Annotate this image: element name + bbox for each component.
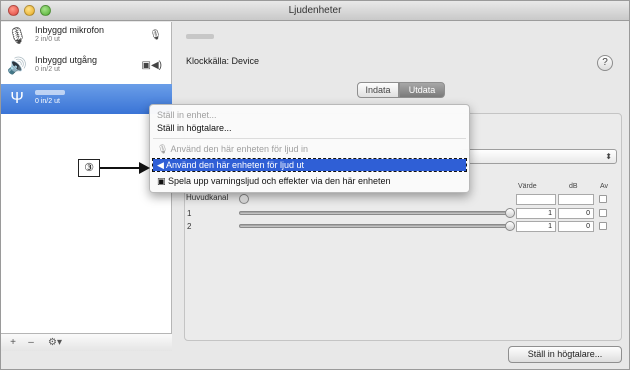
channel-1-mute-checkbox[interactable] xyxy=(599,209,607,217)
master-db-field[interactable] xyxy=(558,194,594,205)
menu-item-configure-device[interactable]: Ställ in enhet... xyxy=(153,109,466,121)
channel-1-slider-track[interactable] xyxy=(239,211,511,215)
tab-indata[interactable]: Indata xyxy=(357,82,399,98)
channel-1-value-field[interactable]: 1 xyxy=(516,208,556,219)
device-item-builtin-microphone[interactable]: 🎙 Inbyggd mikrofon 2 in/0 ut 🎙 xyxy=(1,22,172,52)
channel-2-mute-checkbox[interactable] xyxy=(599,222,607,230)
menu-item-label: Använd den här enheten för ljud in xyxy=(170,144,309,154)
column-header-value: Värde xyxy=(518,183,537,190)
channel-1-slider-knob[interactable] xyxy=(505,208,515,218)
usb-icon: Ψ xyxy=(10,90,24,107)
sidebar-toolbar: + – ⚙▾ xyxy=(1,333,172,351)
channel-2-db-field[interactable]: 0 xyxy=(558,221,594,232)
channel-1-label: 1 xyxy=(187,209,192,218)
callout-arrow-head-icon xyxy=(139,162,150,174)
microphone-indicator-icon: 🎙 xyxy=(149,30,162,41)
context-menu: Ställ in enhet... Ställ in högtalare... … xyxy=(149,104,470,193)
alert-speaker-icon: ▣ xyxy=(157,176,169,186)
clock-source-label: Klockkälla: Device xyxy=(186,56,260,66)
channel-2-value-field[interactable]: 1 xyxy=(516,221,556,232)
help-button[interactable]: ? xyxy=(597,55,613,71)
speaker-indicator-icon: ▣◀) xyxy=(141,60,162,71)
speaker-icon: ◀ xyxy=(157,160,166,170)
gear-menu-button[interactable]: ⚙▾ xyxy=(43,336,67,349)
microphone-icon: 🎙 xyxy=(7,28,28,45)
device-name-redacted xyxy=(35,87,65,97)
device-channels: 0 in/2 ut xyxy=(35,66,60,73)
column-header-db: dB xyxy=(569,183,578,190)
menu-item-use-for-output[interactable]: ◀ Använd den här enheten för ljud ut xyxy=(152,158,467,172)
channel-2-label: 2 xyxy=(187,222,192,231)
master-mute-checkbox[interactable] xyxy=(599,195,607,203)
device-list: 🎙 Inbyggd mikrofon 2 in/0 ut 🎙 🔊 Inbyggd… xyxy=(1,22,172,351)
device-title-redacted xyxy=(186,34,214,39)
master-channel-label: Huvudkanal xyxy=(186,193,229,202)
menu-item-label: Spela upp varningsljud och effekter via … xyxy=(168,176,391,186)
remove-device-button[interactable]: – xyxy=(25,336,37,349)
menu-item-label: Använd den här enheten för ljud ut xyxy=(165,160,305,170)
device-item-usb[interactable]: Ψ 0 in/2 ut xyxy=(1,84,172,114)
master-volume-slider[interactable] xyxy=(239,194,249,204)
device-name: Inbyggd mikrofon xyxy=(35,25,105,35)
window-title: Ljudenheter xyxy=(288,5,342,16)
device-name: Inbyggd utgång xyxy=(35,55,98,65)
channel-2-slider-knob[interactable] xyxy=(505,221,515,231)
device-channels: 2 in/0 ut xyxy=(35,36,60,43)
popup-arrows-icon: ⬍ xyxy=(605,152,612,161)
menu-item-use-for-alerts[interactable]: ▣ Spela upp varningsljud och effekter vi… xyxy=(153,175,466,187)
tab-utdata[interactable]: Utdata xyxy=(399,82,445,98)
title-bar: Ljudenheter xyxy=(1,1,629,21)
add-device-button[interactable]: + xyxy=(7,336,19,349)
audio-devices-window: Ljudenheter 🎙 Inbyggd mikrofon 2 in/0 ut… xyxy=(0,0,630,370)
step-callout: ③ xyxy=(78,159,100,177)
microphone-icon: 🎙 xyxy=(157,144,171,154)
menu-item-configure-speakers[interactable]: Ställ in högtalare... xyxy=(153,122,466,134)
callout-arrow-line xyxy=(100,167,140,169)
source-popup[interactable]: ⬍ xyxy=(461,149,617,164)
channel-2-slider-track[interactable] xyxy=(239,224,511,228)
menu-separator xyxy=(153,138,466,139)
master-value-field[interactable] xyxy=(516,194,556,205)
column-header-mute: Av xyxy=(600,183,609,190)
setup-speakers-button[interactable]: Ställ in högtalare... xyxy=(508,346,622,363)
speaker-icon: 🔊 xyxy=(7,58,27,75)
device-channels: 0 in/2 ut xyxy=(35,98,60,105)
channel-1-db-field[interactable]: 0 xyxy=(558,208,594,219)
device-item-builtin-output[interactable]: 🔊 Inbyggd utgång 0 in/2 ut ▣◀) xyxy=(1,52,172,82)
menu-item-use-for-input[interactable]: 🎙 Använd den här enheten för ljud in xyxy=(153,143,466,155)
